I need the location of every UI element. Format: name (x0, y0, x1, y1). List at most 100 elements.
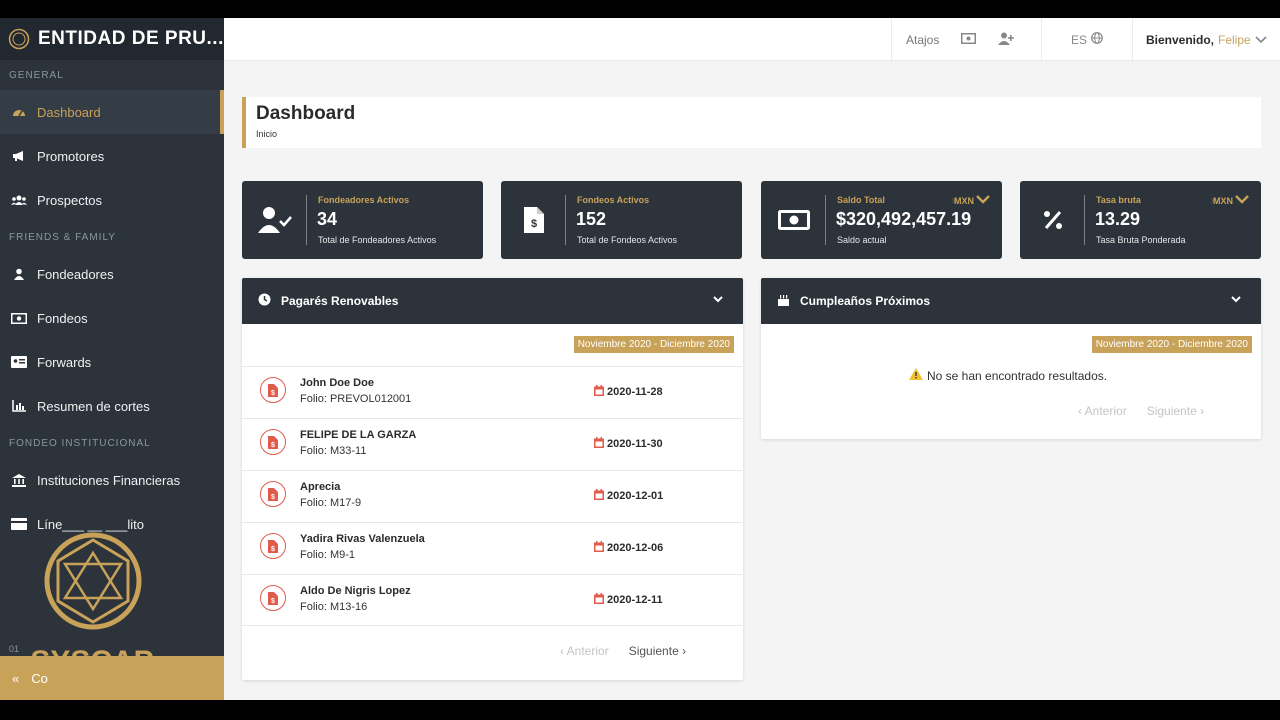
money-bill-icon[interactable] (961, 32, 977, 47)
row-date-text: 2020-11-30 (607, 438, 663, 450)
row-date: 2020-11-30 (594, 437, 663, 451)
row-date-text: 2020-12-06 (607, 542, 664, 554)
money-bill-icon (777, 205, 811, 235)
file-dollar-icon: $ (260, 585, 286, 611)
birthdays-panel-header[interactable]: Cumpleaños Próximos (761, 278, 1261, 324)
money-bill-icon (11, 312, 27, 324)
brand[interactable]: ENTIDAD DE PRU... (0, 18, 224, 60)
prev-page-button[interactable]: ‹ Anterior (1078, 404, 1127, 418)
logo-icon (8, 28, 30, 50)
next-page-button[interactable]: Siguiente › (629, 644, 686, 658)
user-menu[interactable]: Bienvenido, Felipe (1146, 18, 1267, 61)
calendar-icon (594, 437, 604, 451)
app-frame: ENTIDAD DE PRU... GENERAL Dashboard Prom… (0, 18, 1280, 700)
row-folio: Folio: M17-9 (300, 497, 362, 509)
row-folio: Folio: M33-11 (300, 445, 367, 457)
stat-card-fondeadores: Fondeadores Activos 34 Total de Fondeado… (242, 181, 483, 259)
sidebar-item-instituciones[interactable]: Instituciones Financieras (0, 458, 224, 502)
pagares-panel: Pagarés Renovables Noviembre 2020 - Dici… (242, 278, 743, 680)
svg-text:$: $ (271, 598, 275, 605)
svg-text:$: $ (271, 546, 275, 553)
card-title: Tasa bruta (1096, 195, 1141, 205)
sidebar-item-label: Fondeos (37, 310, 88, 326)
calendar-icon (594, 593, 604, 607)
warning-icon (909, 368, 923, 383)
row-folio: Folio: M9-1 (300, 549, 356, 561)
row-date-text: 2020-12-01 (607, 490, 664, 502)
sidebar-item-label: Forwards (37, 354, 92, 370)
sidebar-item-prospectos[interactable]: Prospectos (0, 178, 224, 222)
list-item[interactable]: $ Yadira Rivas Valenzuela Folio: M9-1 20… (242, 522, 742, 574)
sidebar-item-label: Prospectos (37, 192, 103, 208)
list-item[interactable]: $ John Doe Doe Folio: PREVOL012001 2020-… (242, 366, 742, 418)
user-check-icon (258, 205, 292, 235)
file-invoice-dollar-icon: $ (517, 205, 551, 235)
stat-card-tasa: Tasa bruta 13.29 Tasa Bruta Ponderada ✕ … (1020, 181, 1261, 259)
chevron-down-icon[interactable] (1235, 193, 1249, 207)
sidebar: ENTIDAD DE PRU... GENERAL Dashboard Prom… (0, 18, 224, 700)
sidebar-item-fondeadores[interactable]: Fondeadores (0, 252, 224, 296)
page-title: Dashboard (256, 103, 356, 124)
shortcuts-label[interactable]: Atajos (906, 33, 939, 47)
card-title: Fondeadores Activos (318, 195, 410, 205)
card-title: Fondeos Activos (577, 195, 650, 205)
globe-icon (1091, 32, 1103, 47)
percent-icon (1036, 205, 1070, 235)
shortcuts-group: Atajos (891, 18, 1042, 61)
pagination: ‹ Anterior Siguiente › (1078, 404, 1204, 418)
language-selector[interactable]: ES (1042, 18, 1133, 61)
sidebar-item-label: Promotores (37, 148, 105, 164)
list-item[interactable]: $ FELIPE DE LA GARZA Folio: M33-11 2020-… (242, 418, 742, 470)
stat-card-saldo: Saldo Total $320,492,457.19 Saldo actual… (761, 181, 1002, 259)
row-folio: Folio: PREVOL012001 (300, 393, 412, 405)
add-user-icon[interactable] (998, 32, 1015, 48)
list-item[interactable]: $ Aldo De Nigris Lopez Folio: M13-16 202… (242, 574, 742, 626)
calendar-icon (594, 385, 604, 399)
currency-selector[interactable]: MXN (954, 196, 974, 206)
currency-selector[interactable]: MXN (1213, 196, 1233, 206)
sidebar-item-fondeos[interactable]: Fondeos (0, 296, 224, 340)
panel-title: Cumpleaños Próximos (800, 294, 931, 308)
language-code: ES (1070, 32, 1087, 47)
sidebar-item-dashboard[interactable]: Dashboard (0, 90, 224, 134)
row-date-text: 2020-11-28 (607, 386, 663, 398)
card-value: $320,492,457.19 (836, 209, 972, 229)
row-name: Aldo De Nigris Lopez (300, 585, 411, 597)
id-card-icon (11, 356, 27, 368)
row-date: 2020-11-28 (594, 385, 663, 399)
svg-text:$: $ (271, 390, 275, 397)
file-dollar-icon: $ (260, 429, 286, 455)
clock-icon (258, 293, 271, 309)
empty-text: No se han encontrado resultados. (927, 368, 1108, 383)
sidebar-item-label: Dashboard (37, 104, 101, 120)
birthdays-panel: Cumpleaños Próximos Noviembre 2020 - Dic… (761, 278, 1261, 439)
sidebar-item-resumen-cortes[interactable]: Resumen de cortes (0, 384, 224, 428)
svg-text:$: $ (531, 218, 537, 230)
section-general: GENERAL (9, 69, 64, 81)
topbar: Atajos ES Bienvenido, Felipe (224, 18, 1280, 61)
card-subtitle: Total de Fondeadores Activos (318, 235, 437, 245)
panel-title: Pagarés Renovables (281, 294, 399, 308)
card-separator (565, 195, 566, 245)
card-value: 152 (576, 209, 607, 229)
sidebar-item-promotores[interactable]: Promotores (0, 134, 224, 178)
date-range-badge: Noviembre 2020 - Diciembre 2020 (573, 336, 734, 353)
chevron-down-icon[interactable] (1231, 294, 1241, 306)
sidebar-item-label: Instituciones Financieras (37, 472, 181, 488)
empty-state: No se han encontrado resultados. (909, 368, 1107, 383)
gauge-icon (11, 106, 27, 118)
stat-card-fondeos: $ Fondeos Activos 152 Total de Fondeos A… (501, 181, 742, 259)
next-page-button[interactable]: Siguiente › (1147, 404, 1204, 418)
card-value: 13.29 (1095, 209, 1141, 229)
prev-page-button[interactable]: ‹ Anterior (560, 644, 609, 658)
list-item[interactable]: $ Aprecia Folio: M17-9 2020-12-01 (242, 470, 742, 522)
card-value: 34 (317, 209, 338, 229)
sidebar-item-forwards[interactable]: Forwards (0, 340, 224, 384)
breadcrumb[interactable]: Inicio (256, 129, 1251, 139)
pagares-panel-header[interactable]: Pagarés Renovables (242, 278, 743, 324)
chevron-down-icon[interactable] (713, 294, 723, 306)
chevron-down-icon[interactable] (976, 193, 990, 207)
welcome-text: Bienvenido, (1146, 32, 1215, 47)
section-fondeo-institucional: FONDEO INSTITUCIONAL (9, 437, 151, 449)
birthday-cake-icon (777, 293, 790, 309)
